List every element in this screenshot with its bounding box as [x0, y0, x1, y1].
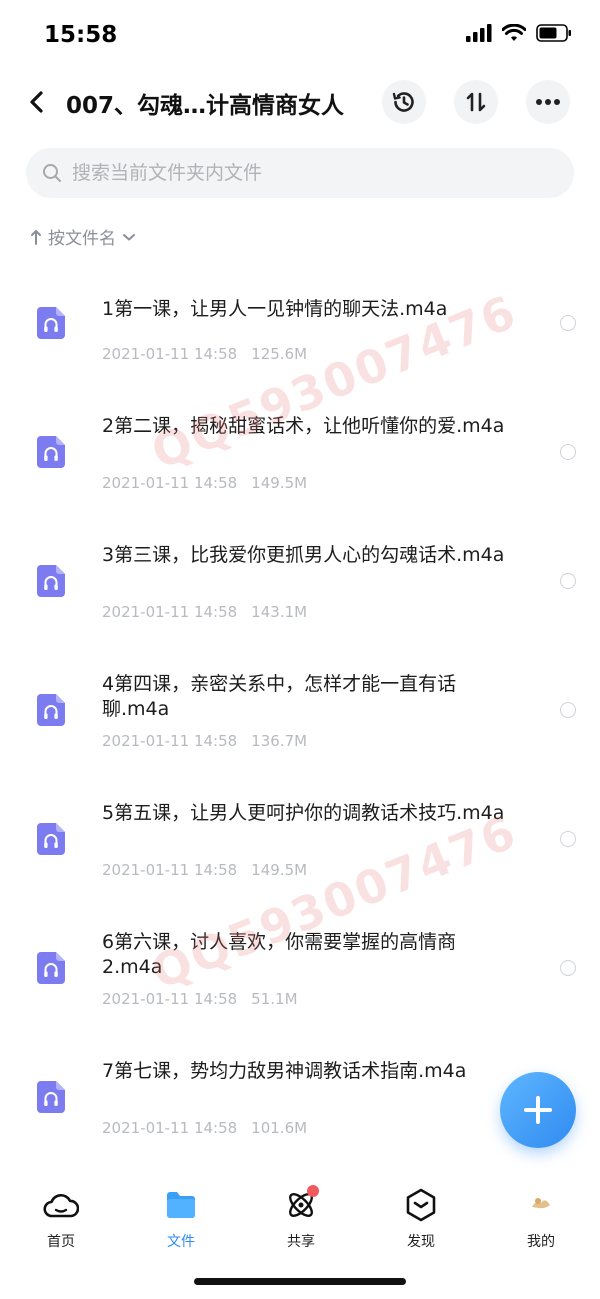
atom-icon [281, 1185, 321, 1225]
file-size: 149.5M [251, 474, 308, 492]
more-dots-icon [536, 99, 560, 105]
battery-icon [536, 24, 571, 42]
page-title: 007、勾魂…计高情商女人 [66, 93, 345, 119]
file-meta: 2021-01-11 14:58 51.1M [102, 990, 298, 1008]
file-date: 2021-01-11 14:58 [102, 1119, 238, 1137]
select-radio[interactable] [560, 702, 576, 718]
select-radio[interactable] [560, 315, 576, 331]
status-icons [466, 24, 572, 42]
sort-selector[interactable]: 按文件名 [30, 224, 136, 249]
tab-files[interactable]: 文件 [131, 1185, 231, 1255]
tab-bar: 首页 文件 共享 发现 我的 [0, 1175, 600, 1265]
cloud-icon [41, 1185, 81, 1225]
plus-icon [524, 1096, 552, 1124]
file-size: 149.5M [251, 861, 308, 879]
file-size: 136.7M [251, 732, 308, 750]
tab-label: 我的 [527, 1234, 555, 1250]
file-name: 6第六课，讨人喜欢，你需要掌握的高情商 2.m4a [102, 931, 457, 978]
select-radio[interactable] [560, 831, 576, 847]
file-name: 7第七课，势均力敌男神调教话术指南.m4a [102, 1060, 467, 1082]
tab-me[interactable]: 我的 [491, 1185, 591, 1255]
audio-file-icon [37, 694, 65, 726]
tab-label: 共享 [287, 1234, 315, 1250]
file-size: 101.6M [251, 1119, 308, 1137]
file-item[interactable]: 6第六课，讨人喜欢，你需要掌握的高情商 2.m4a 2021-01-11 14:… [0, 915, 600, 1044]
file-date: 2021-01-11 14:58 [102, 345, 238, 363]
file-item[interactable]: 5第五课，让男人更呵护你的调教话术技巧.m4a 2021-01-11 14:58… [0, 786, 600, 915]
file-item[interactable]: 4第四课，亲密关系中，怎样才能一直有话聊.m4a 2021-01-11 14:5… [0, 657, 600, 786]
search-bar[interactable] [26, 148, 574, 198]
audio-file-icon [37, 823, 65, 855]
file-date: 2021-01-11 14:58 [102, 474, 238, 492]
audio-file-icon [37, 436, 65, 468]
select-radio[interactable] [560, 444, 576, 460]
file-date: 2021-01-11 14:58 [102, 603, 238, 621]
file-meta: 2021-01-11 14:58 149.5M [102, 861, 307, 879]
status-time: 15:58 [44, 22, 118, 48]
sort-arrows-icon [466, 92, 486, 112]
file-item[interactable]: 3第三课，比我爱你更抓男人心的勾魂话术.m4a 2021-01-11 14:58… [0, 528, 600, 657]
file-name: 5第五课，让男人更呵护你的调教话术技巧.m4a [102, 802, 505, 824]
tab-home[interactable]: 首页 [11, 1185, 111, 1255]
wifi-icon [502, 24, 526, 41]
nav-bar: 007、勾魂…计高情商女人 [0, 70, 600, 134]
notification-badge [307, 1185, 319, 1197]
audio-file-icon [37, 565, 65, 597]
arrow-up-icon [31, 229, 41, 245]
file-item[interactable]: 2第二课，揭秘甜蜜话术，让他听懂你的爱.m4a 2021-01-11 14:58… [0, 399, 600, 528]
file-meta: 2021-01-11 14:58 125.6M [102, 345, 307, 363]
search-icon [43, 164, 61, 182]
tab-label: 文件 [167, 1234, 195, 1250]
sort-order-button[interactable] [454, 80, 498, 124]
file-size: 143.1M [251, 603, 308, 621]
file-meta: 2021-01-11 14:58 143.1M [102, 603, 307, 621]
file-meta: 2021-01-11 14:58 149.5M [102, 474, 307, 492]
file-size: 125.6M [251, 345, 308, 363]
file-name: 1第一课，让男人一见钟情的聊天法.m4a [102, 298, 448, 320]
folder-icon [161, 1185, 201, 1225]
more-button[interactable] [526, 80, 570, 124]
file-name: 4第四课，亲密关系中，怎样才能一直有话聊.m4a [102, 673, 457, 720]
signal-icon [466, 24, 492, 42]
file-item[interactable]: 1第一课，让男人一见钟情的聊天法.m4a 2021-01-11 14:58 125… [0, 270, 600, 399]
home-indicator [194, 1278, 406, 1285]
tab-share[interactable]: 共享 [251, 1185, 351, 1255]
file-date: 2021-01-11 14:58 [102, 732, 238, 750]
tab-label: 首页 [47, 1234, 75, 1250]
select-radio[interactable] [560, 960, 576, 976]
file-meta: 2021-01-11 14:58 136.7M [102, 732, 307, 750]
chevron-left-icon [30, 91, 43, 113]
avatar-icon [521, 1185, 561, 1225]
file-name: 2第二课，揭秘甜蜜话术，让他听懂你的爱.m4a [102, 415, 505, 437]
file-meta: 2021-01-11 14:58 101.6M [102, 1119, 307, 1137]
select-radio[interactable] [560, 573, 576, 589]
search-input[interactable] [72, 162, 542, 184]
sort-label: 按文件名 [48, 229, 116, 249]
chevron-down-icon [123, 233, 135, 240]
file-date: 2021-01-11 14:58 [102, 990, 238, 1008]
audio-file-icon [37, 952, 65, 984]
tab-label: 发现 [407, 1234, 435, 1250]
status-bar: 15:58 [0, 0, 600, 70]
file-name: 3第三课，比我爱你更抓男人心的勾魂话术.m4a [102, 544, 505, 566]
history-button[interactable] [382, 80, 426, 124]
audio-file-icon [37, 307, 65, 339]
file-size: 51.1M [251, 990, 298, 1008]
history-icon [392, 92, 414, 112]
audio-file-icon [37, 1081, 65, 1113]
discover-icon [401, 1185, 441, 1225]
back-button[interactable] [18, 84, 54, 120]
tab-discover[interactable]: 发现 [371, 1185, 471, 1255]
add-button[interactable] [500, 1072, 576, 1148]
file-date: 2021-01-11 14:58 [102, 861, 238, 879]
